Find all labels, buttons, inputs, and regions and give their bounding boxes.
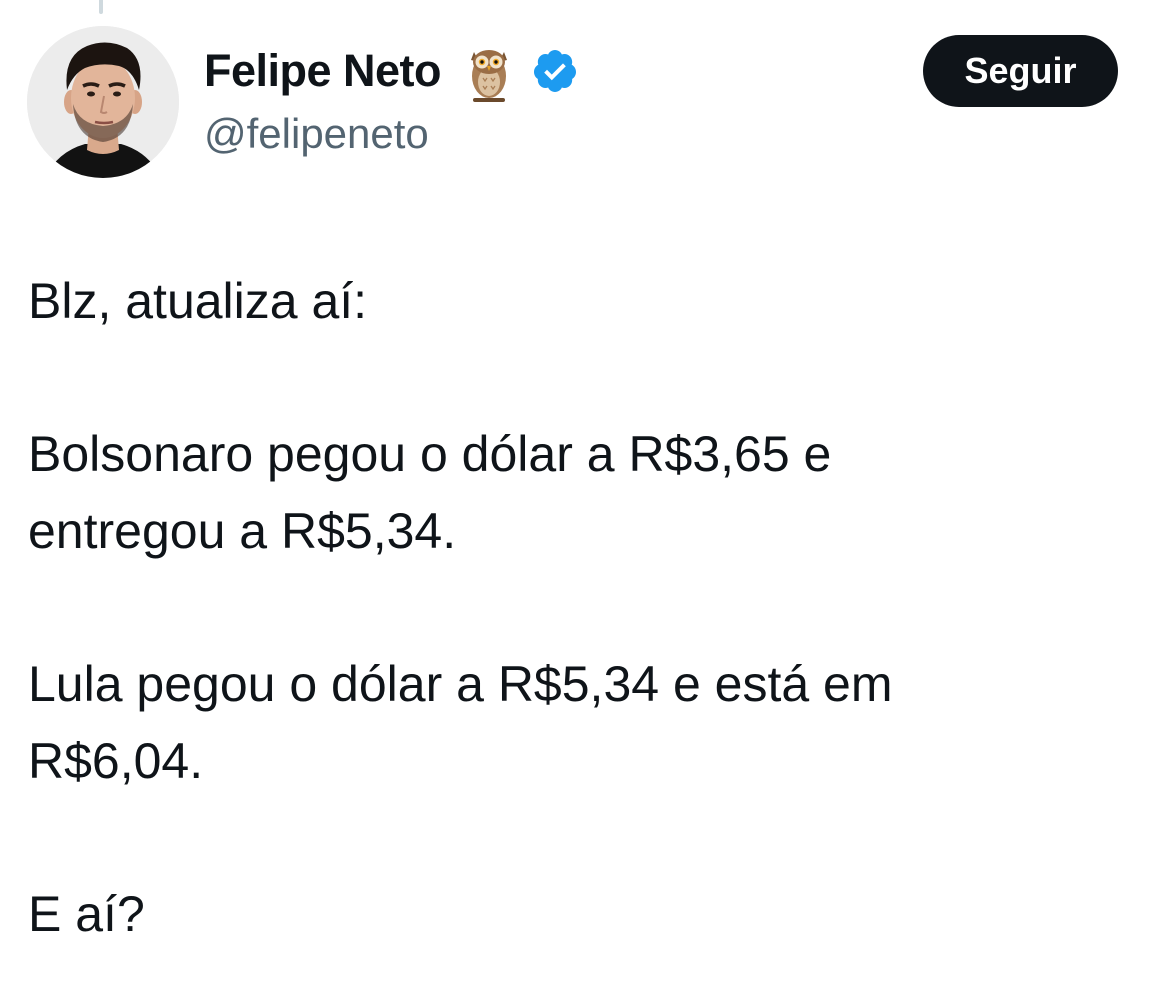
tweet-line: entregou a R$5,34. <box>28 503 457 559</box>
tweet-header: Felipe Neto @felipeneto Seguir <box>0 0 1170 200</box>
avatar-photo <box>27 26 179 178</box>
tweet-line: R$6,04. <box>28 733 204 789</box>
avatar[interactable] <box>27 26 179 178</box>
author-handle[interactable]: @felipeneto <box>204 110 429 158</box>
tweet-line: Bolsonaro pegou o dólar a R$3,65 e <box>28 426 832 482</box>
owl-icon <box>465 38 513 104</box>
tweet-line: Blz, atualiza aí: <box>28 273 368 329</box>
tweet-line: Lula pegou o dólar a R$5,34 e está em <box>28 656 893 712</box>
author-name-row: Felipe Neto <box>204 38 579 104</box>
tweet-line: E aí? <box>28 886 145 942</box>
verified-badge-icon[interactable] <box>531 47 579 95</box>
follow-button[interactable]: Seguir <box>923 35 1118 107</box>
tweet-text: Blz, atualiza aí: Bolsonaro pegou o dóla… <box>28 263 1138 953</box>
author-display-name[interactable]: Felipe Neto <box>204 45 442 97</box>
